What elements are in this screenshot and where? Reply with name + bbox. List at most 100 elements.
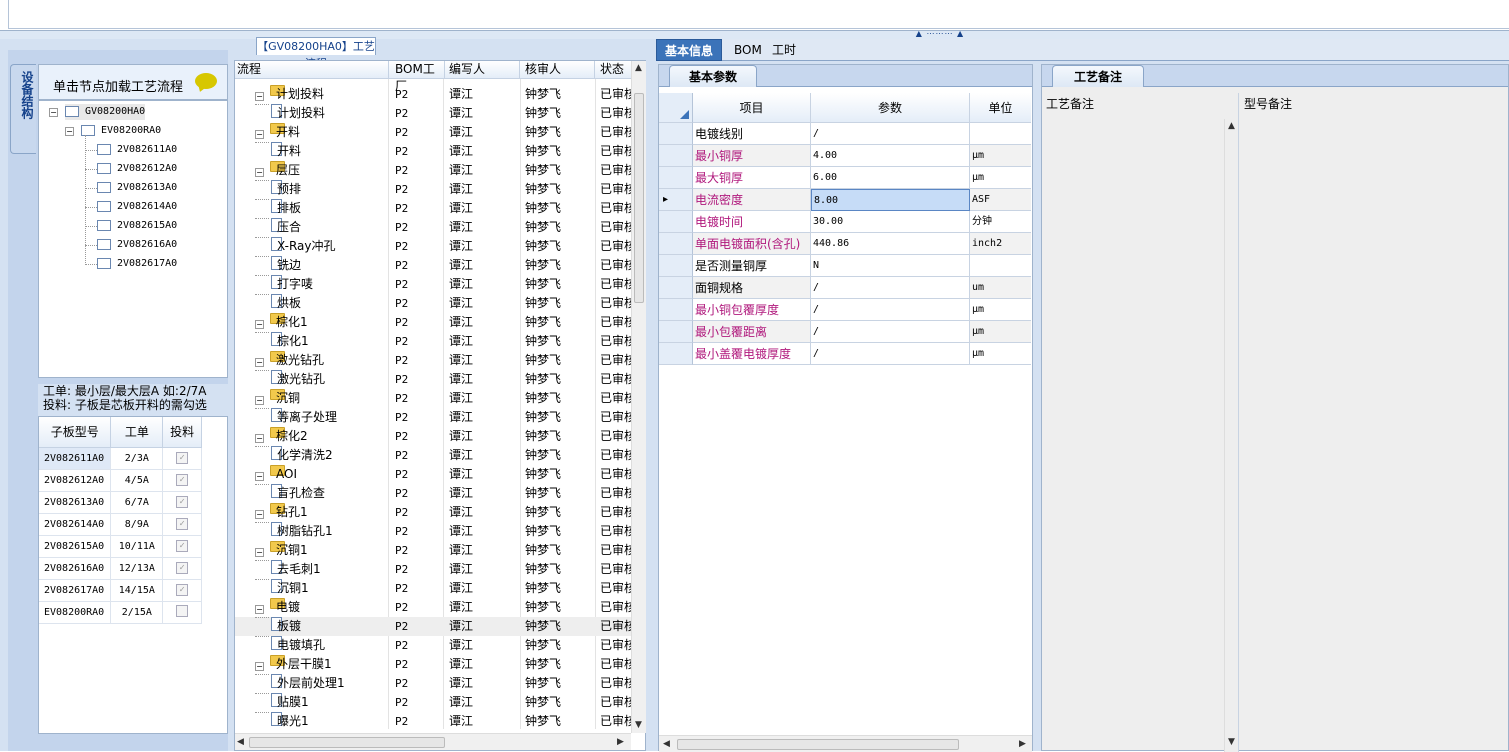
tree-node[interactable]: 2V082615A0 — [97, 218, 177, 234]
sub-order-cell[interactable]: 2/15A — [110, 601, 164, 624]
collapse-toggle-icon[interactable]: − — [65, 127, 74, 136]
table-row[interactable]: EV08200RA0 2/15A — [39, 601, 202, 624]
table-row[interactable]: 2V082611A0 2/3A ✓ — [39, 447, 202, 470]
tab-work-hours[interactable]: 工时 — [764, 39, 804, 61]
collapse-toggle-icon[interactable]: − — [255, 434, 264, 443]
scroll-left-icon[interactable]: ◀ — [237, 737, 244, 747]
scroll-right-icon[interactable]: ▶ — [1019, 739, 1026, 749]
flow-row[interactable]: − 沉铜1 P2 谭江 钟梦飞 已审核 — [235, 541, 631, 560]
collapse-toggle-icon[interactable]: − — [255, 396, 264, 405]
flow-row[interactable]: 贴膜1 P2 谭江 钟梦飞 已审核 — [235, 693, 631, 712]
feed-checkbox[interactable]: ✓ — [176, 474, 189, 486]
param-row[interactable]: 最小盖覆电镀厚度 / μm — [659, 343, 1032, 365]
collapse-toggle-icon[interactable]: − — [49, 108, 58, 117]
collapse-toggle-icon[interactable]: − — [255, 320, 264, 329]
param-value-cell[interactable]: 30.00 — [811, 211, 970, 233]
collapse-toggle-icon[interactable]: − — [255, 548, 264, 557]
tree-node[interactable]: 2V082612A0 — [97, 161, 177, 177]
tab-process-notes[interactable]: 工艺备注 — [1052, 65, 1144, 87]
sub-order-cell[interactable]: 14/15A — [110, 579, 164, 602]
flow-row[interactable]: − 棕化1 P2 谭江 钟梦飞 已审核 — [235, 313, 631, 332]
flow-row[interactable]: 电镀填孔 P2 谭江 钟梦飞 已审核 — [235, 636, 631, 655]
tree-node[interactable]: 2V082614A0 — [97, 199, 177, 215]
sub-model-cell[interactable]: 2V082611A0 — [39, 447, 112, 470]
row-header[interactable] — [659, 343, 693, 365]
row-header[interactable] — [659, 145, 693, 167]
feed-checkbox[interactable] — [176, 604, 189, 617]
row-header[interactable] — [659, 299, 693, 321]
process-flow-grid[interactable]: 流程 BOM工厂 编写人 核审人 状态 − 计划投料 P2 谭江 钟梦飞 已审核 计划投料 P… — [234, 60, 646, 751]
sub-model-cell[interactable]: 2V082615A0 — [39, 535, 112, 558]
row-header[interactable] — [659, 123, 693, 145]
feed-checkbox[interactable]: ✓ — [176, 584, 189, 596]
tab-basic-info[interactable]: 基本信息 — [656, 39, 723, 61]
param-row[interactable]: 最小铜厚 4.00 μm — [659, 145, 1032, 167]
param-row[interactable]: 电镀时间 30.00 分钟 — [659, 211, 1032, 233]
sub-order-cell[interactable]: 2/3A — [110, 447, 164, 470]
feed-checkbox[interactable]: ✓ — [176, 562, 189, 574]
flow-row[interactable]: 排板 P2 谭江 钟梦飞 已审核 — [235, 199, 631, 218]
param-row[interactable]: 单面电镀面积(含孔) 440.86 inch2 — [659, 233, 1032, 255]
tree-node[interactable]: 2V082617A0 — [97, 256, 177, 272]
param-value-cell[interactable]: / — [811, 277, 970, 299]
flow-scroll-thumb[interactable] — [634, 93, 644, 303]
param-value-cell[interactable]: N — [811, 255, 970, 277]
flow-row[interactable]: 化学清洗2 P2 谭江 钟梦飞 已审核 — [235, 446, 631, 465]
sub-model-cell[interactable]: 2V082616A0 — [39, 557, 112, 580]
flow-row[interactable]: − 层压 P2 谭江 钟梦飞 已审核 — [235, 161, 631, 180]
flow-row[interactable]: 预排 P2 谭江 钟梦飞 已审核 — [235, 180, 631, 199]
param-value-cell[interactable]: 440.86 — [811, 233, 970, 255]
sub-model-cell[interactable]: 2V082613A0 — [39, 491, 112, 514]
col-header-feed[interactable]: 投料 — [162, 417, 202, 448]
flow-row[interactable]: 盲孔检查 P2 谭江 钟梦飞 已审核 — [235, 484, 631, 503]
sub-order-cell[interactable]: 8/9A — [110, 513, 164, 536]
row-header[interactable] — [659, 255, 693, 277]
flow-row[interactable]: 开料 P2 谭江 钟梦飞 已审核 — [235, 142, 631, 161]
params-hscroll-thumb[interactable] — [677, 739, 959, 750]
feed-checkbox[interactable]: ✓ — [176, 540, 189, 552]
param-value-cell[interactable]: / — [811, 299, 970, 321]
tree-node[interactable]: 2V082611A0 — [97, 142, 177, 158]
tree-node[interactable]: 2V082613A0 — [97, 180, 177, 196]
flow-row[interactable]: 外层前处理1 P2 谭江 钟梦飞 已审核 — [235, 674, 631, 693]
scroll-down-icon[interactable]: ▼ — [1228, 737, 1235, 747]
scroll-up-icon[interactable]: ▲ — [1228, 121, 1235, 131]
flow-row[interactable]: 烘板 P2 谭江 钟梦飞 已审核 — [235, 294, 631, 313]
flow-row[interactable]: X-Ray冲孔 P2 谭江 钟梦飞 已审核 — [235, 237, 631, 256]
table-row[interactable]: 2V082615A0 10/11A ✓ — [39, 535, 202, 558]
feed-checkbox[interactable]: ✓ — [176, 518, 189, 530]
flow-row[interactable]: − 外层干膜1 P2 谭江 钟梦飞 已审核 — [235, 655, 631, 674]
flow-row[interactable]: 打字唛 P2 谭江 钟梦飞 已审核 — [235, 275, 631, 294]
collapse-toggle-icon[interactable]: − — [255, 472, 264, 481]
flow-row[interactable]: − 开料 P2 谭江 钟梦飞 已审核 — [235, 123, 631, 142]
table-row[interactable]: 2V082613A0 6/7A ✓ — [39, 491, 202, 514]
scroll-left-icon[interactable]: ◀ — [663, 739, 670, 749]
flow-row[interactable]: − 钻孔1 P2 谭江 钟梦飞 已审核 — [235, 503, 631, 522]
scroll-up-icon[interactable]: ▲ — [635, 63, 642, 73]
flow-row[interactable]: 曝光1 P2 谭江 钟梦飞 已审核 — [235, 712, 631, 731]
sub-order-cell[interactable]: 4/5A — [110, 469, 164, 492]
params-horizontal-scrollbar[interactable]: ◀ ▶ — [659, 735, 1032, 752]
flow-hscroll-thumb[interactable] — [249, 737, 445, 748]
col-header-value[interactable]: 参数 — [811, 93, 970, 123]
middle-splitter[interactable] — [646, 50, 656, 751]
param-row[interactable]: 最大铜厚 6.00 μm — [659, 167, 1032, 189]
param-value-cell[interactable]: 8.00 — [811, 189, 970, 211]
flow-row[interactable]: 计划投料 P2 谭江 钟梦飞 已审核 — [235, 104, 631, 123]
flow-row[interactable]: − 激光钻孔 P2 谭江 钟梦飞 已审核 — [235, 351, 631, 370]
scroll-right-icon[interactable]: ▶ — [617, 737, 624, 747]
param-row[interactable]: ▸ 电流密度 8.00 ASF — [659, 189, 1032, 211]
splitter-grip-icon[interactable]: ▲ ⋯⋯⋯ ▲ — [905, 30, 975, 38]
tree-node[interactable]: GV08200HA0 — [65, 104, 146, 120]
collapse-toggle-icon[interactable]: − — [255, 168, 264, 177]
col-header-item[interactable]: 项目 — [693, 93, 811, 123]
row-header[interactable]: ▸ — [659, 189, 693, 211]
param-value-cell[interactable]: / — [811, 321, 970, 343]
sub-model-cell[interactable]: 2V082617A0 — [39, 579, 112, 602]
row-header[interactable] — [659, 321, 693, 343]
sub-model-cell[interactable]: EV08200RA0 — [39, 601, 112, 624]
tree-node[interactable]: EV08200RA0 — [81, 123, 161, 139]
collapse-toggle-icon[interactable]: − — [255, 358, 264, 367]
col-header-unit[interactable]: 单位 — [970, 93, 1031, 123]
tab-basic-params[interactable]: 基本参数 — [669, 65, 757, 87]
